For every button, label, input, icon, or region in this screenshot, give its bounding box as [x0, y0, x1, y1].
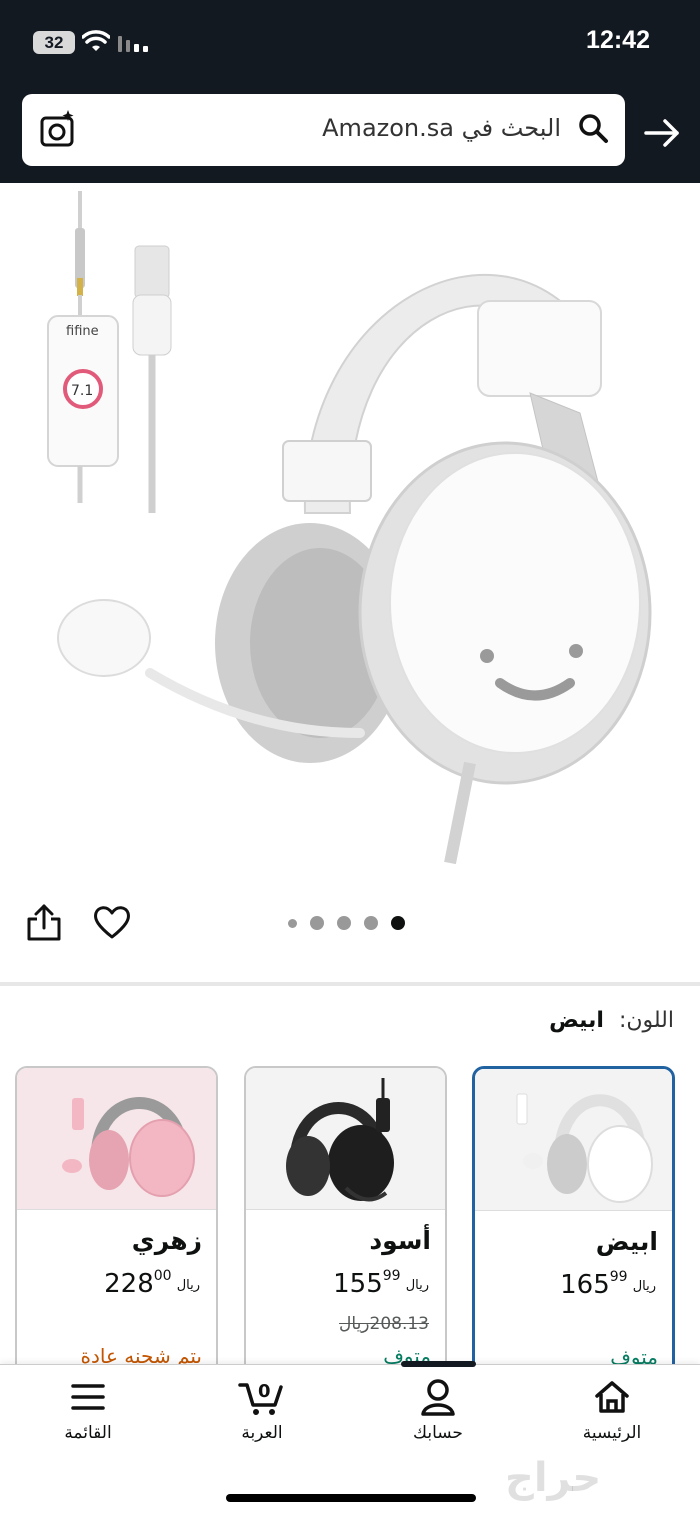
- cart-count: 0: [258, 1381, 271, 1402]
- price-fraction: 99: [382, 1268, 401, 1284]
- price-main: 228: [104, 1269, 154, 1299]
- variant-thumbnail: [475, 1069, 672, 1211]
- variant-card-black[interactable]: أسود ريال 15599 208.13ريال متوف: [244, 1066, 447, 1386]
- currency: ريال: [632, 1279, 656, 1294]
- nav-home-label: الرئيسية: [582, 1423, 642, 1443]
- price-fraction: 00: [153, 1268, 172, 1284]
- pager-dot[interactable]: [310, 916, 324, 930]
- menu-icon: [71, 1384, 105, 1410]
- price-fraction: 99: [609, 1269, 628, 1285]
- forward-arrow-icon[interactable]: [643, 114, 681, 152]
- cart-icon: 0: [238, 1381, 283, 1415]
- variant-price: ريال 16599: [560, 1269, 656, 1300]
- nav-menu[interactable]: القائمة: [28, 1377, 148, 1443]
- signal-icon: [118, 36, 148, 52]
- color-label: اللون:: [618, 1008, 674, 1033]
- pager-dot-active[interactable]: [391, 916, 405, 930]
- pager-dot[interactable]: [337, 916, 351, 930]
- camera-search-icon[interactable]: [38, 109, 78, 149]
- battery-indicator: 32: [33, 31, 75, 54]
- search-bar[interactable]: البحث في Amazon.sa: [22, 94, 625, 166]
- search-icon[interactable]: [577, 112, 609, 144]
- image-pager[interactable]: [288, 914, 405, 932]
- headset-illustration: fifine 7.1: [47, 191, 652, 865]
- watermark: حراج: [505, 1455, 602, 1501]
- variant-thumbnail: [246, 1068, 445, 1210]
- currency: ريال: [176, 1278, 200, 1293]
- account-icon: [421, 1379, 455, 1416]
- variant-name: ابيض: [595, 1227, 658, 1256]
- active-tab-indicator: [401, 1361, 476, 1367]
- pager-dot[interactable]: [288, 918, 297, 928]
- price-main: 155: [333, 1269, 383, 1299]
- variant-card-pink[interactable]: زهري ريال 22800 يتم شحنه عادة: [15, 1066, 218, 1386]
- share-icon[interactable]: [27, 903, 61, 941]
- nav-home[interactable]: الرئيسية: [552, 1377, 672, 1443]
- currency: ريال: [405, 1278, 429, 1293]
- section-divider: [0, 982, 700, 986]
- price-main: 165: [560, 1270, 610, 1300]
- wifi-icon: [82, 30, 110, 51]
- variant-price: ريال 15599: [333, 1268, 429, 1299]
- search-input[interactable]: البحث في Amazon.sa: [322, 114, 561, 142]
- color-selector-label: اللون: ابيض: [549, 1008, 674, 1033]
- product-image[interactable]: fifine 7.1: [0, 183, 700, 873]
- nav-cart[interactable]: 0 العربة: [202, 1377, 322, 1443]
- app-header: 32 12:42 البحث في Amazon.sa: [0, 0, 700, 183]
- nav-account-label: حسابك: [413, 1423, 463, 1443]
- variant-thumbnail: [17, 1068, 216, 1210]
- clock: 12:42: [586, 26, 650, 54]
- color-value: ابيض: [549, 1008, 604, 1033]
- variant-card-white[interactable]: ابيض ريال 16599 متوف: [472, 1066, 675, 1386]
- nav-menu-label: القائمة: [64, 1423, 112, 1443]
- heart-icon[interactable]: [93, 904, 131, 940]
- variant-name: أسود: [369, 1226, 431, 1255]
- home-icon: [595, 1381, 629, 1413]
- nav-account[interactable]: حسابك: [378, 1377, 498, 1443]
- dial-label: 7.1: [71, 383, 93, 399]
- nav-cart-label: العربة: [241, 1423, 283, 1443]
- home-indicator[interactable]: [226, 1494, 476, 1502]
- pager-dot[interactable]: [364, 916, 378, 930]
- variant-price: ريال 22800: [104, 1268, 200, 1299]
- variant-name: زهري: [131, 1226, 202, 1255]
- old-price: 208.13ريال: [339, 1314, 429, 1334]
- brand-mark: fifine: [66, 324, 99, 339]
